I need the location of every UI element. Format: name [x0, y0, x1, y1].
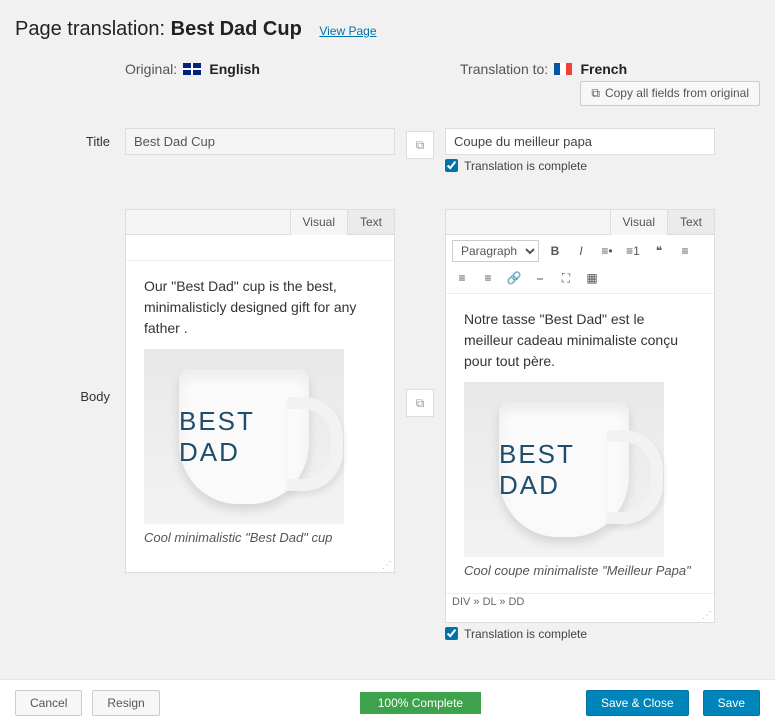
tab-text[interactable]: Text	[667, 210, 714, 234]
copy-icon: ⧉	[416, 138, 425, 153]
page-title-name: Best Dad Cup	[171, 18, 302, 40]
cancel-button[interactable]: Cancel	[15, 690, 82, 716]
fr-flag-icon	[554, 63, 572, 75]
resize-handle-icon[interactable]: ⋰	[126, 560, 394, 572]
align-right-icon[interactable]: ≡	[478, 268, 498, 288]
bold-icon[interactable]: B	[545, 241, 565, 261]
save-close-button[interactable]: Save & Close	[586, 690, 689, 716]
align-left-icon[interactable]: ≡	[675, 241, 695, 261]
bullet-list-icon[interactable]: ≡•	[597, 241, 617, 261]
title-translation-input[interactable]	[445, 128, 715, 155]
number-list-icon[interactable]: ≡1	[623, 241, 643, 261]
link-icon[interactable]: 🔗	[504, 268, 524, 288]
body-complete-label: Translation is complete	[464, 627, 587, 641]
body-original-editor: Visual Text Our "Best Dad" cup is the be…	[125, 209, 395, 573]
paragraph-select[interactable]: Paragraph	[452, 240, 539, 262]
editor-breadcrumb: DIV » DL » DD	[446, 593, 714, 610]
copy-field-button[interactable]: ⧉	[406, 389, 434, 417]
resize-handle-icon[interactable]: ⋰	[446, 610, 714, 622]
page-title: Page translation: Best Dad Cup	[15, 18, 307, 40]
resign-button[interactable]: Resign	[92, 690, 159, 716]
copy-all-label: Copy all fields from original	[605, 86, 749, 100]
toolbar-toggle-icon[interactable]: ▦	[582, 268, 602, 288]
title-label: Title	[15, 128, 125, 149]
uk-flag-icon	[183, 63, 201, 75]
original-language: English	[209, 61, 260, 77]
mug-label: Best Dad	[499, 439, 629, 501]
progress-badge: 100% Complete	[360, 692, 481, 714]
fullscreen-icon[interactable]: ⛶	[556, 268, 576, 288]
quote-icon[interactable]: ❝	[649, 241, 669, 261]
tab-visual[interactable]: Visual	[290, 210, 347, 235]
tab-visual[interactable]: Visual	[610, 210, 667, 235]
copy-icon: ⧉	[591, 86, 600, 100]
original-label: Original:	[125, 61, 177, 77]
title-complete-checkbox[interactable]	[445, 159, 458, 172]
body-translation-caption[interactable]: Cool coupe minimaliste "Meilleur Papa"	[464, 563, 696, 578]
body-label: Body	[15, 209, 125, 404]
mug-image: Best Dad	[144, 349, 344, 524]
italic-icon[interactable]: I	[571, 241, 591, 261]
title-original-input	[125, 128, 395, 155]
body-original-caption: Cool minimalistic "Best Dad" cup	[144, 530, 376, 545]
copy-all-button[interactable]: ⧉ Copy all fields from original	[580, 81, 760, 106]
align-center-icon[interactable]: ≡	[452, 268, 472, 288]
copy-icon: ⧉	[416, 396, 425, 411]
translation-language: French	[580, 61, 627, 77]
copy-field-button[interactable]: ⧉	[406, 131, 434, 159]
readmore-icon[interactable]: ⎯	[530, 268, 550, 288]
body-translation-text[interactable]: Notre tasse "Best Dad" est le meilleur c…	[464, 309, 696, 372]
translation-label: Translation to:	[460, 61, 548, 77]
tab-text[interactable]: Text	[347, 210, 394, 234]
body-translation-editor[interactable]: Visual Text Paragraph B I ≡• ≡1 ❝ ≡ ≡ ≡ …	[445, 209, 715, 623]
body-original-text: Our "Best Dad" cup is the best, minimali…	[144, 276, 376, 339]
mug-image: Best Dad	[464, 382, 664, 557]
title-complete-label: Translation is complete	[464, 159, 587, 173]
view-page-link[interactable]: View Page	[319, 24, 376, 38]
mug-label: Best Dad	[179, 406, 309, 468]
body-complete-checkbox[interactable]	[445, 627, 458, 640]
save-button[interactable]: Save	[703, 690, 760, 716]
page-title-prefix: Page translation:	[15, 18, 171, 40]
